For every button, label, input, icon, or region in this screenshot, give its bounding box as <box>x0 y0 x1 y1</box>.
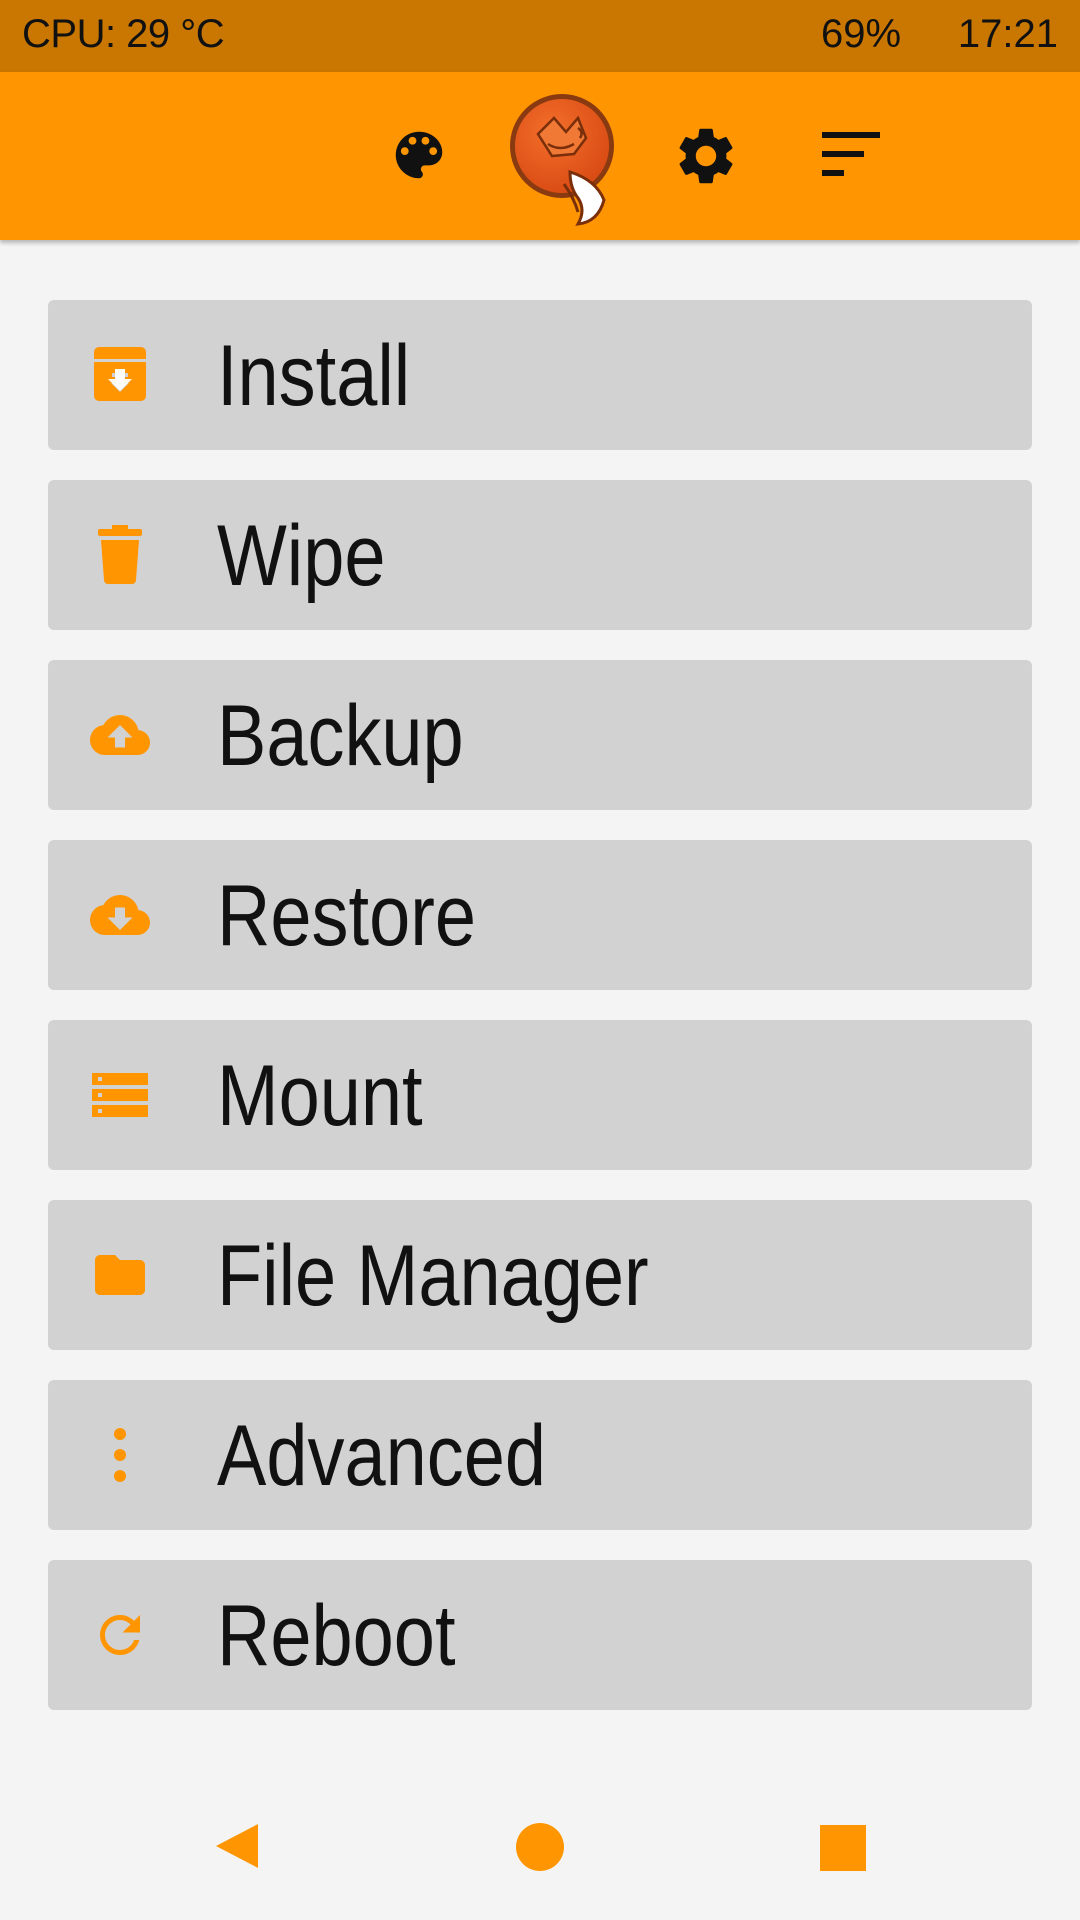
menu-item-label: Restore <box>217 868 476 964</box>
menu-item-mount[interactable]: Mount <box>48 1020 1032 1170</box>
trash-icon <box>98 525 142 584</box>
menu-item-label: File Manager <box>217 1228 649 1324</box>
storage-icon <box>92 1073 148 1117</box>
refresh-icon <box>100 1615 140 1655</box>
menu-item-restore[interactable]: Restore <box>48 840 1032 990</box>
palette-icon[interactable] <box>388 124 450 186</box>
fox-logo-icon[interactable] <box>508 88 620 228</box>
back-icon[interactable] <box>212 1822 260 1870</box>
menu-item-install[interactable]: Install <box>48 300 1032 450</box>
recents-icon[interactable] <box>820 1825 866 1871</box>
folder-icon <box>95 1255 145 1295</box>
menu-item-label: Advanced <box>217 1408 546 1504</box>
clock: 17:21 <box>957 12 1058 56</box>
toolbar <box>0 72 1080 240</box>
battery-level: 69% <box>821 12 902 56</box>
main-menu: Install Wipe Backup Restore Mount File M… <box>48 300 1032 1740</box>
menu-item-label: Reboot <box>217 1588 456 1684</box>
menu-item-label: Wipe <box>217 508 386 604</box>
menu-item-backup[interactable]: Backup <box>48 660 1032 810</box>
gear-icon[interactable] <box>672 122 740 190</box>
home-icon[interactable] <box>515 1822 565 1872</box>
navigation-bar <box>0 1770 1080 1920</box>
status-bar: CPU: 29 °C 69% 17:21 <box>0 0 1080 72</box>
cloud-download-icon <box>90 895 150 935</box>
cloud-upload-icon <box>90 715 150 755</box>
menu-item-label: Backup <box>217 688 464 784</box>
sort-icon[interactable] <box>818 127 884 183</box>
menu-item-label: Mount <box>217 1048 423 1144</box>
menu-item-label: Install <box>217 328 411 424</box>
menu-item-advanced[interactable]: Advanced <box>48 1380 1032 1530</box>
menu-item-reboot[interactable]: Reboot <box>48 1560 1032 1710</box>
more-vertical-icon <box>114 1428 126 1482</box>
menu-item-file-manager[interactable]: File Manager <box>48 1200 1032 1350</box>
menu-item-wipe[interactable]: Wipe <box>48 480 1032 630</box>
cpu-temperature: CPU: 29 °C <box>22 12 225 56</box>
archive-download-icon <box>94 347 146 401</box>
